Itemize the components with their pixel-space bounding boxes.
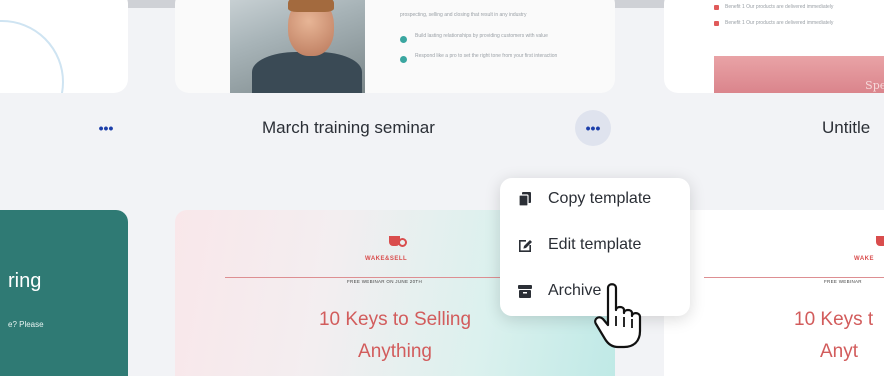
teal-subtext: e? Please bbox=[8, 320, 44, 329]
headline-line: Anyt bbox=[820, 341, 859, 362]
doc-line: Benefit 1 Our products are delivered imm… bbox=[725, 4, 834, 10]
template-gallery: prospecting, selling and closing that re… bbox=[0, 0, 884, 376]
template-title-untitled: Untitle bbox=[822, 118, 871, 137]
teal-heading: ring bbox=[8, 270, 42, 292]
edit-icon bbox=[516, 236, 534, 254]
template-thumbnail-untitled[interactable]: Benefit 1 Our products are delivered imm… bbox=[664, 0, 884, 93]
presenter-photo bbox=[230, 0, 365, 93]
more-dots-icon: ••• bbox=[585, 120, 601, 136]
copy-icon bbox=[516, 190, 534, 208]
doc-line: Benefit 1 Our products are delivered imm… bbox=[725, 20, 834, 26]
menu-item-label: Edit template bbox=[548, 236, 642, 253]
template-thumbnail-webinar-right[interactable]: WAKE FREE WEBINAR 10 Keys t Anyt bbox=[664, 210, 884, 376]
check-icon bbox=[714, 4, 719, 10]
webinar-headline: 10 Keys to Selling Anything bbox=[245, 304, 545, 368]
check-icon bbox=[714, 20, 719, 26]
template-thumbnail-left[interactable] bbox=[0, 0, 128, 93]
hand-pointer-cursor-icon bbox=[594, 282, 650, 352]
headline-line: 10 Keys to Selling bbox=[318, 309, 472, 330]
archive-icon bbox=[516, 282, 534, 300]
brand-logo-text: WAKE&SELL bbox=[365, 256, 408, 262]
template-thumbnail-march-training[interactable]: prospecting, selling and closing that re… bbox=[175, 0, 615, 93]
template-thumbnail-teal[interactable]: ring e? Please bbox=[0, 210, 128, 376]
coffee-cup-icon bbox=[874, 232, 884, 246]
thumbnail-text-block: Benefit 1 Our products are delivered imm… bbox=[714, 4, 833, 36]
banner-text: Special bbox=[865, 79, 884, 92]
menu-item-label: Copy template bbox=[548, 190, 652, 207]
webinar-date: FREE WEBINAR ON JUNE 20TH bbox=[347, 279, 423, 284]
menu-item-copy-template[interactable]: Copy template bbox=[516, 186, 651, 212]
webinar-headline: 10 Keys t Anyt bbox=[794, 304, 884, 368]
brand-logo-text: WAKE bbox=[854, 256, 874, 262]
more-options-button-left[interactable]: ••• bbox=[92, 114, 120, 142]
divider bbox=[704, 277, 884, 278]
check-icon bbox=[400, 36, 407, 43]
webinar-date: FREE WEBINAR bbox=[824, 279, 862, 284]
coffee-cup-icon bbox=[387, 232, 407, 247]
decorative-swoosh bbox=[0, 20, 64, 93]
doc-line: Respond like a pro to set the right tone… bbox=[415, 53, 558, 59]
menu-item-archive[interactable]: Archive bbox=[516, 278, 601, 304]
check-icon bbox=[400, 56, 407, 63]
more-dots-icon: ••• bbox=[98, 120, 114, 136]
template-title: March training seminar bbox=[262, 118, 435, 137]
doc-line: Build lasting relationships by providing… bbox=[415, 33, 548, 39]
headline-line: Anything bbox=[358, 341, 432, 362]
menu-item-edit-template[interactable]: Edit template bbox=[516, 232, 641, 258]
pink-banner: Special bbox=[714, 56, 884, 93]
thumbnail-text-block: prospecting, selling and closing that re… bbox=[400, 12, 600, 73]
headline-line: 10 Keys t bbox=[794, 309, 874, 330]
doc-line: prospecting, selling and closing that re… bbox=[400, 12, 527, 18]
more-options-button-active[interactable]: ••• bbox=[575, 110, 611, 146]
